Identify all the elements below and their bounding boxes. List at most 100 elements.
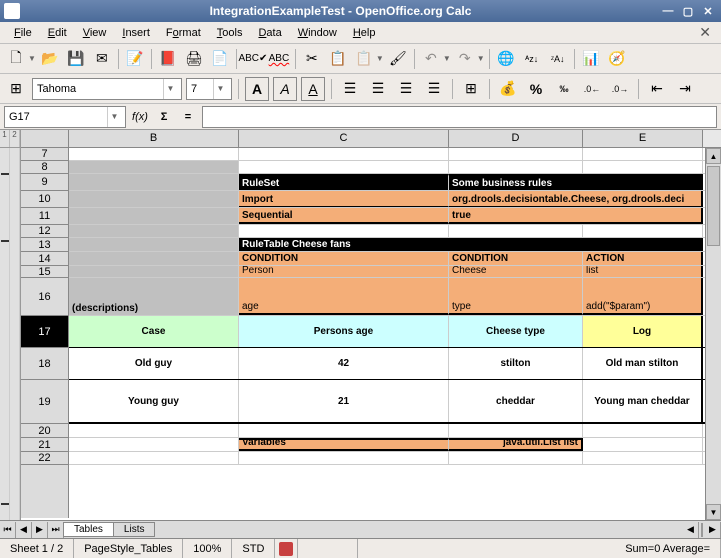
row-header[interactable]: 15: [21, 266, 68, 278]
undo-button[interactable]: ↶: [419, 47, 443, 71]
cells[interactable]: RuleSetSome business rules Importorg.dro…: [69, 148, 721, 518]
sheet-tab-lists[interactable]: Lists: [113, 522, 156, 537]
formula-input[interactable]: [202, 106, 717, 128]
remove-decimal-button[interactable]: .0→: [608, 77, 632, 101]
minimize-button[interactable]: —: [659, 3, 677, 19]
row-header[interactable]: 14: [21, 252, 68, 266]
open-button[interactable]: 📂: [38, 47, 62, 71]
sum-button[interactable]: Σ: [154, 107, 174, 127]
row-header[interactable]: 8: [21, 161, 68, 174]
scroll-up-button[interactable]: ▲: [706, 148, 721, 164]
redo-button[interactable]: ↷: [453, 47, 477, 71]
menu-data[interactable]: Data: [250, 25, 289, 41]
sort-desc-button[interactable]: ᶻA↓: [546, 47, 570, 71]
row-header[interactable]: 7: [21, 148, 68, 161]
print-preview-button[interactable]: 📄: [208, 47, 232, 71]
tab-next-button[interactable]: ▶: [32, 522, 48, 538]
function-button[interactable]: =: [178, 107, 198, 127]
navigator-button[interactable]: 🧭: [605, 47, 629, 71]
print-button[interactable]: 🖨: [182, 47, 206, 71]
row-header[interactable]: 11: [21, 208, 68, 225]
menu-window[interactable]: Window: [290, 25, 345, 41]
cut-button[interactable]: ✂: [300, 47, 324, 71]
align-center-button[interactable]: ☰: [366, 77, 390, 101]
row-header[interactable]: 9: [21, 174, 68, 191]
save-button[interactable]: 💾: [64, 47, 88, 71]
sort-asc-button[interactable]: ᴬz↓: [520, 47, 544, 71]
close-button[interactable]: ✕: [699, 3, 717, 19]
paste-button[interactable]: 📋: [352, 47, 376, 71]
menu-tools[interactable]: Tools: [209, 25, 251, 41]
add-decimal-button[interactable]: .0←: [580, 77, 604, 101]
email-button[interactable]: ✉: [90, 47, 114, 71]
new-doc-button[interactable]: 🗋: [4, 47, 28, 71]
dropdown-icon[interactable]: ▼: [28, 54, 36, 63]
scroll-down-button[interactable]: ▼: [706, 504, 721, 520]
menu-insert[interactable]: Insert: [114, 25, 158, 41]
col-header-C[interactable]: C: [239, 130, 449, 147]
edit-file-button[interactable]: 📝: [123, 47, 147, 71]
col-header-E[interactable]: E: [583, 130, 703, 147]
styles-button[interactable]: ⊞: [4, 77, 28, 101]
italic-button[interactable]: A: [273, 77, 297, 101]
dropdown-icon[interactable]: ▼: [477, 54, 485, 63]
function-wizard-button[interactable]: f(x): [130, 107, 150, 127]
menu-help[interactable]: Help: [345, 25, 384, 41]
increase-indent-button[interactable]: ⇥: [673, 77, 697, 101]
copy-button[interactable]: 📋: [326, 47, 350, 71]
outline-gutter[interactable]: 12: [0, 130, 21, 520]
hscroll-right-button[interactable]: ▶: [705, 522, 721, 538]
dropdown-icon[interactable]: ▼: [376, 54, 384, 63]
row-header[interactable]: 20: [21, 424, 68, 438]
menu-format[interactable]: Format: [158, 25, 209, 41]
standard-format-button[interactable]: ‰: [552, 77, 576, 101]
grid[interactable]: B C D E 7 8 9 10 11 12 13 14 15 16 17 18…: [21, 130, 721, 520]
scroll-thumb[interactable]: [707, 166, 720, 246]
menu-edit[interactable]: Edit: [40, 25, 75, 41]
row-header[interactable]: 19: [21, 380, 68, 424]
row-header[interactable]: 17: [21, 316, 68, 348]
row-header[interactable]: 16: [21, 278, 68, 316]
align-right-button[interactable]: ☰: [394, 77, 418, 101]
underline-button[interactable]: A: [301, 77, 325, 101]
row-header[interactable]: 18: [21, 348, 68, 380]
row-header[interactable]: 21: [21, 438, 68, 452]
dropdown-icon[interactable]: ▼: [107, 107, 121, 127]
percent-button[interactable]: %: [524, 77, 548, 101]
hyperlink-button[interactable]: 🌐: [494, 47, 518, 71]
col-header-D[interactable]: D: [449, 130, 583, 147]
export-pdf-button[interactable]: 📕: [156, 47, 180, 71]
font-name-combo[interactable]: Tahoma▼: [32, 78, 182, 100]
tab-prev-button[interactable]: ◀: [16, 522, 32, 538]
currency-button[interactable]: 💰: [496, 77, 520, 101]
menu-file[interactable]: File: [6, 25, 40, 41]
align-justify-button[interactable]: ☰: [422, 77, 446, 101]
row-header[interactable]: 13: [21, 238, 68, 252]
menu-view[interactable]: View: [75, 25, 115, 41]
hscroll-left-button[interactable]: ◀: [683, 522, 699, 538]
insert-chart-button[interactable]: 📊: [579, 47, 603, 71]
select-all-corner[interactable]: [21, 130, 69, 147]
dropdown-icon[interactable]: ▼: [163, 79, 177, 99]
tab-first-button[interactable]: ⏮: [0, 522, 16, 538]
horizontal-scrollbar[interactable]: [701, 523, 703, 537]
auto-spellcheck-button[interactable]: ABC: [267, 47, 291, 71]
row-header[interactable]: 10: [21, 191, 68, 208]
dropdown-icon[interactable]: ▼: [213, 79, 227, 99]
cell-reference-combo[interactable]: G17▼: [4, 106, 126, 128]
col-header-B[interactable]: B: [69, 130, 239, 147]
status-mode[interactable]: STD: [232, 539, 275, 558]
bold-button[interactable]: A: [245, 77, 269, 101]
sheet-tab-tables[interactable]: Tables: [63, 522, 114, 537]
font-size-combo[interactable]: 7▼: [186, 78, 232, 100]
maximize-button[interactable]: ▢: [679, 3, 697, 19]
spellcheck-button[interactable]: ABC✔: [241, 47, 265, 71]
format-paintbrush-button[interactable]: 🖌: [386, 47, 410, 71]
merge-cells-button[interactable]: ⊞: [459, 77, 483, 101]
status-signature-icon[interactable]: [275, 539, 298, 558]
close-document-button[interactable]: ✕: [695, 24, 715, 41]
decrease-indent-button[interactable]: ⇤: [645, 77, 669, 101]
status-zoom[interactable]: 100%: [183, 539, 232, 558]
row-header[interactable]: 22: [21, 452, 68, 465]
dropdown-icon[interactable]: ▼: [443, 54, 451, 63]
